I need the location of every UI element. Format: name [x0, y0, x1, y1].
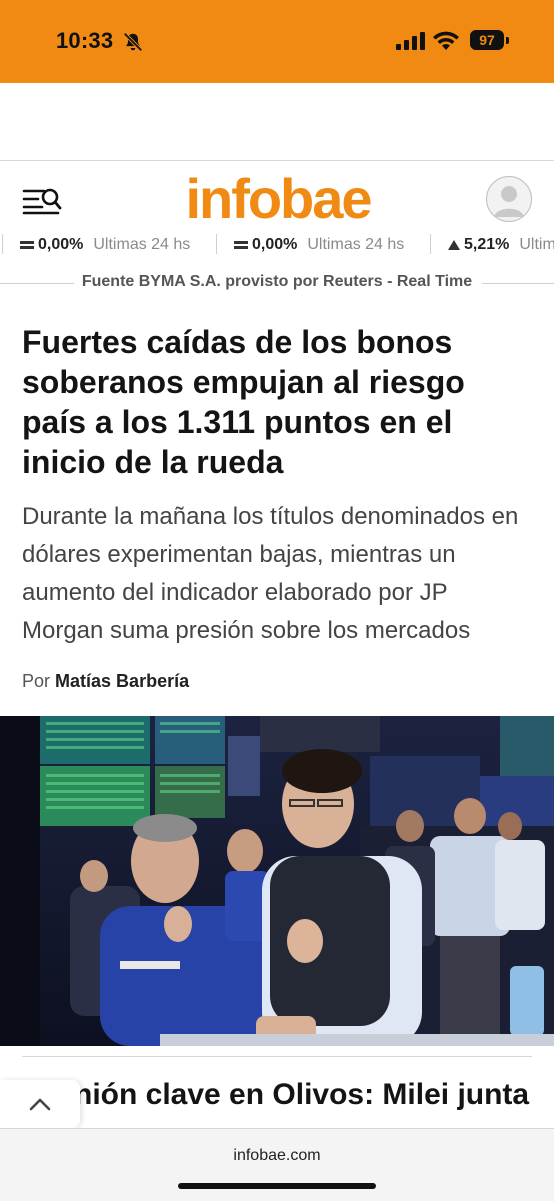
article-headline: Fuertes caídas de los bonos soberanos em…	[22, 324, 465, 480]
cell-signal-icon	[396, 32, 425, 50]
next-article-headline-text: nión clave en Olivos: Milei junta	[74, 1078, 530, 1111]
article-byline: Por Matías Barbería	[22, 671, 189, 692]
author-link[interactable]: Matías Barbería	[55, 671, 189, 691]
status-time: 10:33	[56, 28, 114, 53]
header-divider	[0, 160, 554, 161]
byline-prefix: Por	[22, 671, 51, 691]
ticker-item[interactable]: 5,21% Ultim	[448, 232, 554, 258]
status-bar: 10:33 97	[0, 0, 554, 83]
ticker-item[interactable]: 0,00% Ultimas 24 hs	[20, 232, 190, 258]
market-ticker[interactable]: 0,00% Ultimas 24 hs 0,00% Ultimas 24 hs …	[0, 232, 554, 260]
ticker-item[interactable]: 0,00% Ultimas 24 hs	[234, 232, 404, 258]
triangle-up-icon	[448, 240, 460, 250]
equal-icon	[234, 241, 248, 249]
home-indicator[interactable]	[178, 1183, 376, 1189]
ticker-separator	[216, 234, 217, 254]
user-avatar-icon[interactable]	[486, 176, 532, 222]
menu-search-icon[interactable]	[22, 185, 62, 217]
ticker-value: 0,00%	[38, 236, 84, 253]
article-divider	[22, 1056, 532, 1057]
scroll-to-top-button[interactable]	[0, 1080, 80, 1128]
hero-photo[interactable]	[0, 716, 554, 1046]
browser-address-bar[interactable]: infobae.com	[0, 1128, 554, 1201]
ticker-period: Ultim	[519, 236, 554, 253]
ticker-value: 5,21%	[464, 236, 510, 253]
next-article-headline[interactable]: nión clave en Olivos: Milei junta	[22, 1078, 554, 1126]
ticker-value: 0,00%	[252, 236, 298, 253]
wifi-icon	[433, 31, 459, 50]
ticker-source-text: Fuente BYMA S.A. provisto por Reuters - …	[81, 273, 473, 290]
chevron-up-icon	[29, 1098, 51, 1111]
battery-level: 97	[479, 32, 495, 48]
ticker-period: Ultimas 24 hs	[307, 236, 405, 253]
equal-icon	[20, 241, 34, 249]
ticker-period: Ultimas 24 hs	[93, 236, 191, 253]
battery-icon: 97	[470, 30, 504, 50]
ticker-separator	[2, 234, 3, 254]
battery-cap	[506, 37, 509, 44]
bell-slash-icon	[123, 32, 143, 52]
trading-floor-photo	[0, 716, 554, 1046]
ticker-source: Fuente BYMA S.A. provisto por Reuters - …	[0, 272, 554, 294]
ticker-separator	[430, 234, 431, 254]
article-summary: Durante la mañana los títulos denominado…	[22, 503, 519, 644]
infobae-logo[interactable]: infobae	[170, 164, 386, 234]
url-text[interactable]: infobae.com	[0, 1147, 554, 1165]
